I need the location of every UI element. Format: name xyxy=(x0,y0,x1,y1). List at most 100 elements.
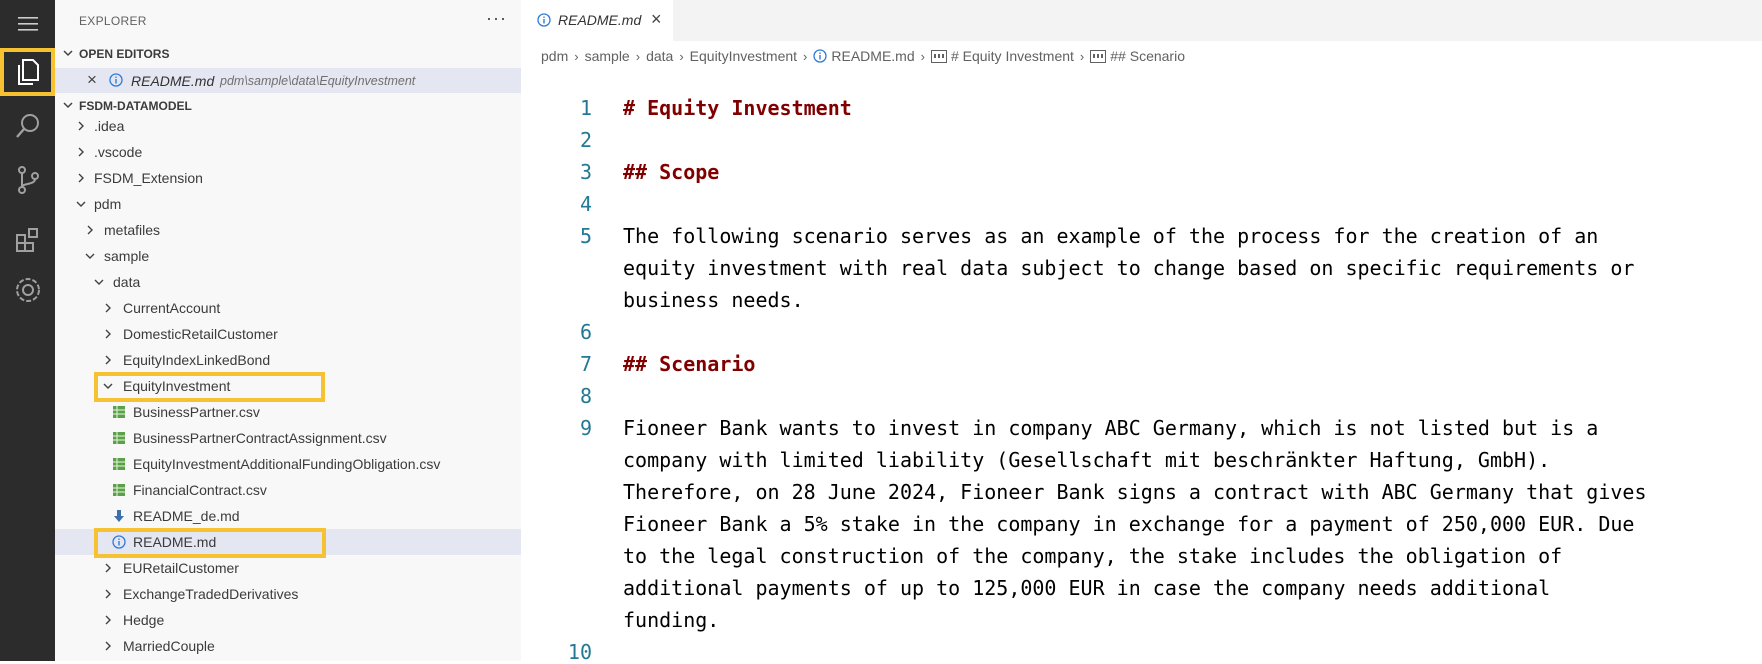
code-line-heading: ## Scope xyxy=(623,160,720,184)
tree-folder-marriedcouple[interactable]: MarriedCouple xyxy=(55,633,521,659)
highlight-box xyxy=(94,372,325,402)
breadcrumb-item[interactable]: ## Scenario xyxy=(1110,48,1185,64)
line-number: 9 xyxy=(579,416,592,440)
tree-folder-hedge[interactable]: Hedge xyxy=(55,607,521,633)
chevron-right-icon xyxy=(105,355,111,365)
code-line: company with limited liability (Gesellsc… xyxy=(623,448,1551,472)
tree-file-businesspartnercontractassignment[interactable]: BusinessPartnerContractAssignment.csv xyxy=(55,425,521,451)
tree-folder-currentaccount[interactable]: CurrentAccount xyxy=(55,295,521,321)
tree-folder-exchangetradedderivatives[interactable]: ExchangeTradedDerivatives xyxy=(55,581,521,607)
tree-folder-sample[interactable]: sample xyxy=(55,243,521,269)
tree-item-label: sample xyxy=(104,248,150,264)
open-editor-item[interactable]: × README.md pdm\sample\data\EquityInvest… xyxy=(55,68,521,93)
breadcrumb-item[interactable]: pdm xyxy=(541,48,568,64)
line-number: 4 xyxy=(579,192,592,216)
code-line: funding. xyxy=(623,608,720,632)
line-number: 2 xyxy=(579,128,592,152)
chevron-right-icon xyxy=(105,329,111,339)
chevron-right-icon: › xyxy=(574,48,579,64)
chevron-right-icon xyxy=(105,615,111,625)
tree-item-label: pdm xyxy=(94,196,122,212)
code-line: Fioneer Bank wants to invest in company … xyxy=(623,416,1599,440)
tree-item-label: .idea xyxy=(94,118,125,134)
line-number: 7 xyxy=(579,352,592,376)
tree-folder-vscode[interactable]: .vscode xyxy=(55,139,521,165)
breadcrumb-item[interactable]: # Equity Investment xyxy=(951,48,1074,64)
code-line: Therefore, on 28 June 2024, Fioneer Bank… xyxy=(623,480,1647,504)
chevron-right-icon xyxy=(105,641,111,651)
chevron-right-icon: › xyxy=(920,48,925,64)
tree-folder-pdm[interactable]: pdm xyxy=(55,191,521,217)
extensions-icon[interactable] xyxy=(0,216,55,264)
breadcrumb-item[interactable]: EquityInvestment xyxy=(690,48,797,64)
tree-item-label: BusinessPartner.csv xyxy=(133,404,260,420)
code-line-heading: # Equity Investment xyxy=(623,96,852,120)
tree-file-readme-de[interactable]: README_de.md xyxy=(55,503,521,529)
csv-file-icon xyxy=(113,432,125,444)
chevron-down-icon xyxy=(94,279,104,285)
explorer-title: EXPLORER xyxy=(79,14,147,28)
activity-bar xyxy=(0,0,55,661)
chevron-right-icon xyxy=(78,147,84,157)
tree-folder-data[interactable]: data xyxy=(55,269,521,295)
csv-file-icon xyxy=(113,484,125,496)
breadcrumb-item[interactable]: README.md xyxy=(831,48,914,64)
line-number: 8 xyxy=(579,384,592,408)
more-actions-icon[interactable]: ··· xyxy=(486,8,507,29)
tab-label: README.md xyxy=(558,12,642,28)
chevron-down-icon xyxy=(85,253,95,259)
tree-item-label: .vscode xyxy=(94,144,143,160)
tree-folder-equityindexlinkedbond[interactable]: EquityIndexLinkedBond xyxy=(55,347,521,373)
chevron-right-icon: › xyxy=(679,48,684,64)
tree-file-financialcontract[interactable]: FinancialContract.csv xyxy=(55,477,521,503)
line-number: 5 xyxy=(579,224,592,248)
tree-folder-domesticretailcustomer[interactable]: DomesticRetailCustomer xyxy=(55,321,521,347)
tree-item-label: BusinessPartnerContractAssignment.csv xyxy=(133,430,387,446)
chevron-right-icon xyxy=(105,589,111,599)
tree-file-equityinvestmentadditionalfundingobligation[interactable]: EquityInvestmentAdditionalFundingObligat… xyxy=(55,451,521,477)
breadcrumb: pdm › sample › data › EquityInvestment ›… xyxy=(541,46,1185,66)
chevron-down-icon xyxy=(76,201,86,207)
tree-folder-metafiles[interactable]: metafiles xyxy=(55,217,521,243)
tree-item-label: EURetailCustomer xyxy=(123,560,239,576)
csv-file-icon xyxy=(113,406,125,418)
tree-folder-euretailcustomer[interactable]: EURetailCustomer xyxy=(55,555,521,581)
chevron-right-icon xyxy=(87,225,93,235)
source-control-icon[interactable] xyxy=(0,156,55,204)
info-icon xyxy=(537,13,551,27)
csv-file-icon xyxy=(113,458,125,470)
tree-folder-fsdm-extension[interactable]: FSDM_Extension xyxy=(55,165,521,191)
tree-folder-idea[interactable]: .idea xyxy=(55,113,521,139)
tree-item-label: EquityIndexLinkedBond xyxy=(123,352,271,368)
explorer-header: EXPLORER ··· xyxy=(55,0,521,42)
explorer-sidebar: EXPLORER ··· OPEN EDITORS × README.md pd… xyxy=(55,0,521,661)
info-icon xyxy=(813,49,828,63)
tree-item-label: EquityInvestmentAdditionalFundingObligat… xyxy=(133,456,441,472)
tree-item-label: FSDM_Extension xyxy=(94,170,203,186)
open-editors-section[interactable]: OPEN EDITORS xyxy=(55,42,521,66)
close-icon[interactable]: × xyxy=(651,9,662,30)
menu-icon[interactable] xyxy=(0,0,55,48)
line-number: 10 xyxy=(567,640,592,664)
search-icon[interactable] xyxy=(0,102,55,150)
tab-readme[interactable]: README.md × xyxy=(521,0,673,41)
close-icon[interactable]: × xyxy=(87,70,97,90)
tree-item-label: data xyxy=(113,274,141,290)
settings-gear-icon[interactable] xyxy=(0,266,55,314)
code-line: additional payments of up to 125,000 EUR… xyxy=(623,576,1551,600)
explorer-icon[interactable] xyxy=(0,48,55,96)
tree-item-label: MarriedCouple xyxy=(123,638,215,654)
chevron-down-icon xyxy=(63,50,73,57)
tree-file-businesspartner[interactable]: BusinessPartner.csv xyxy=(55,399,521,425)
code-line: equity investment with real data subject… xyxy=(623,256,1635,280)
breadcrumb-item[interactable]: sample xyxy=(585,48,630,64)
chevron-right-icon xyxy=(105,563,111,573)
tree-item-label: Hedge xyxy=(123,612,165,628)
breadcrumb-item[interactable]: data xyxy=(646,48,673,64)
tree-item-label: DomesticRetailCustomer xyxy=(123,326,278,342)
chevron-right-icon xyxy=(105,303,111,313)
code-line: Fioneer Bank a 5% stake in the company i… xyxy=(623,512,1635,536)
tab-bar: README.md × xyxy=(521,0,1762,41)
highlight-box xyxy=(94,528,326,558)
editor-area: README.md × pdm › sample › data › Equity… xyxy=(521,0,1762,664)
